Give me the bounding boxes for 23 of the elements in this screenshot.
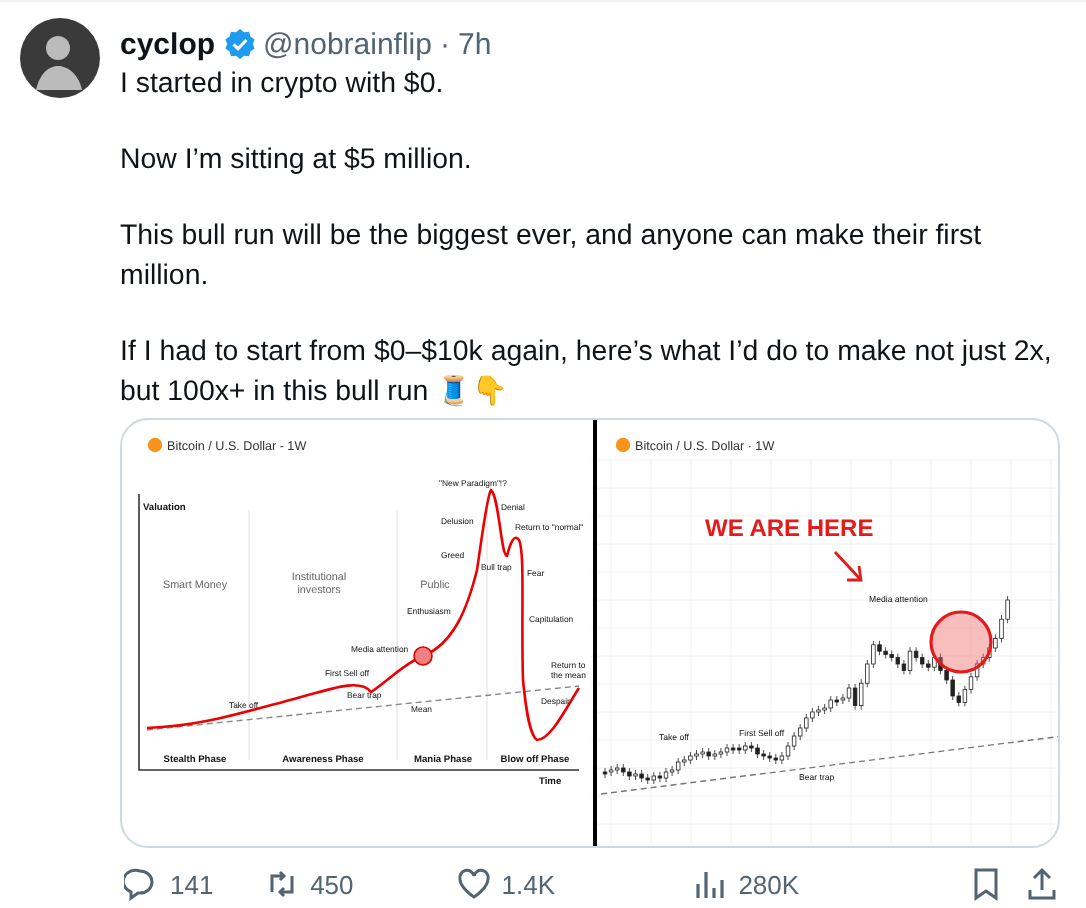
post-paragraph: Now I’m sitting at $5 million. <box>120 142 474 180</box>
post-paragraph: This bull run will be the biggest ever, and anyone can make their first million. <box>120 218 984 296</box>
like-button[interactable]: 1.4K <box>455 866 556 902</box>
post-paragraph: If I had to start from $0–$10k again, here’s what I’d do to make not just 2x, but 100x+ in this bull run 🧵👇 <box>120 334 1054 412</box>
post-time[interactable]: 7h <box>457 27 492 61</box>
arrow-icon <box>833 550 863 582</box>
repost-button[interactable]: 450 <box>264 866 354 902</box>
coin-icon <box>615 437 631 453</box>
marker-circle <box>413 646 433 666</box>
heart-icon <box>455 866 492 902</box>
views-button[interactable]: 280K <box>692 866 800 902</box>
avatar[interactable] <box>20 18 100 98</box>
share-button[interactable] <box>1023 866 1060 902</box>
coin-icon <box>147 437 163 453</box>
post-paragraph: I started in crypto with $0. <box>120 66 446 104</box>
bar-chart-icon <box>692 866 729 902</box>
reply-button[interactable]: 141 <box>124 866 214 902</box>
author-name[interactable]: cyclop <box>120 27 216 61</box>
callout-text: WE ARE HERE <box>705 514 874 542</box>
separator-dot: · <box>439 27 450 61</box>
author-handle[interactable]: @nobrainflip <box>263 27 432 61</box>
share-icon <box>1023 866 1060 902</box>
highlight-circle <box>929 610 993 674</box>
